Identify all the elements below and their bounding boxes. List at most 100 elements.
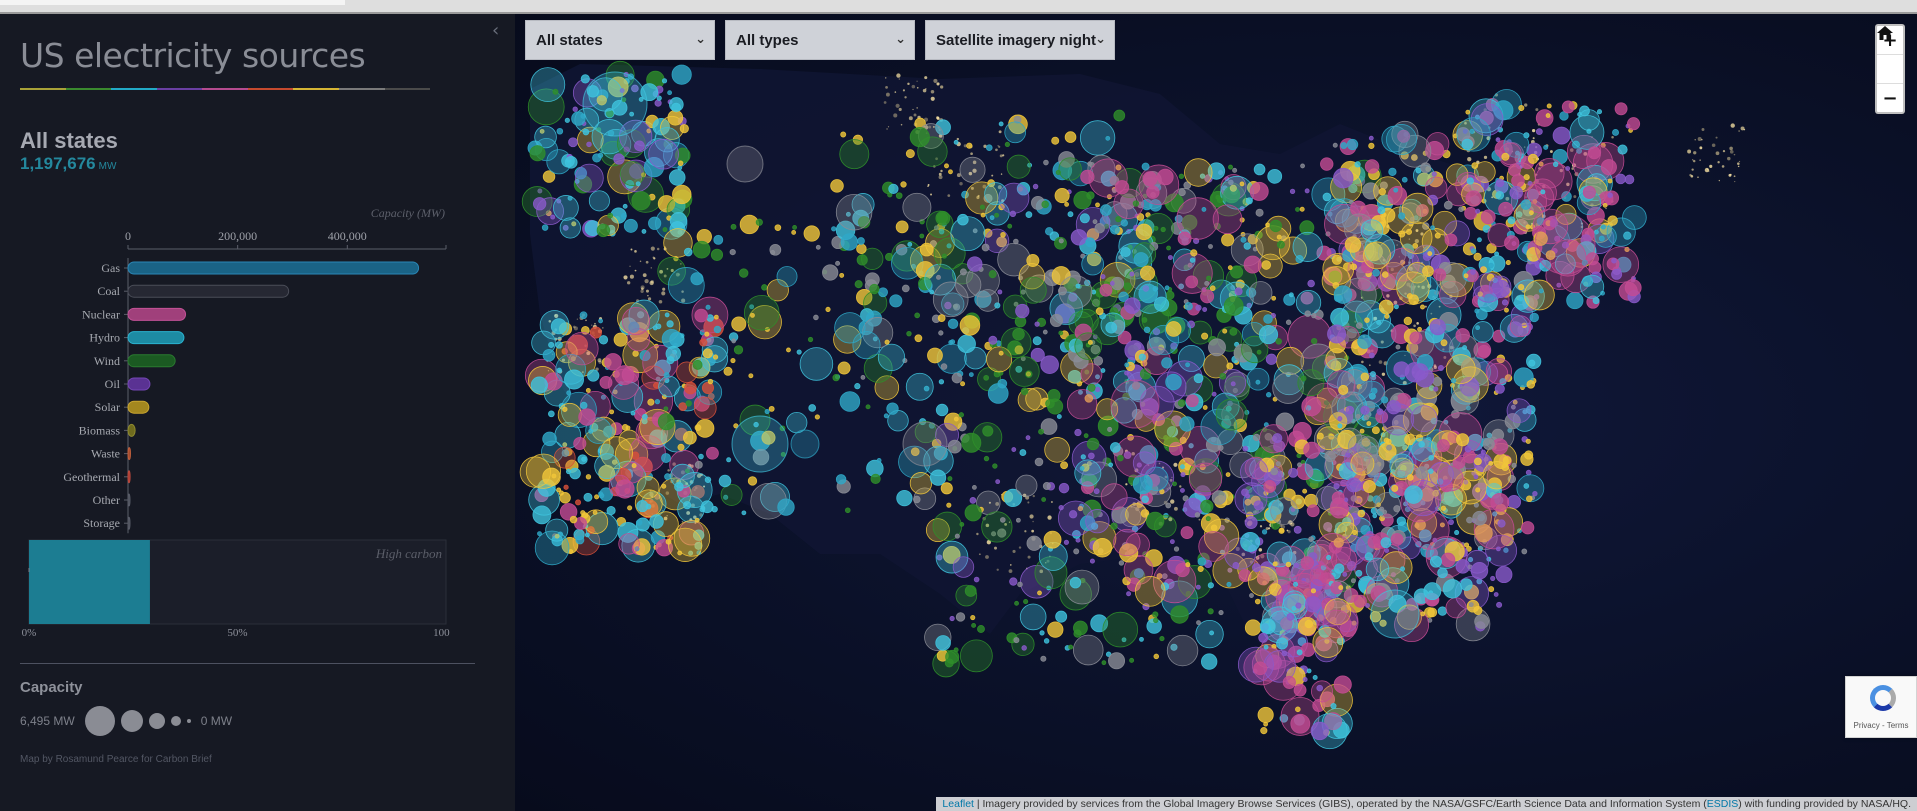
plant-bubble[interactable]: [1370, 387, 1378, 395]
plant-bubble[interactable]: [832, 374, 840, 382]
plant-bubble[interactable]: [1165, 290, 1175, 300]
plant-bubble[interactable]: [1000, 327, 1032, 359]
plant-bubble[interactable]: [1166, 634, 1199, 667]
plant-bubble[interactable]: [632, 350, 639, 357]
plant-bubble[interactable]: [1396, 516, 1406, 526]
plant-bubble[interactable]: [704, 331, 710, 337]
plant-bubble[interactable]: [1329, 499, 1349, 519]
plant-bubble[interactable]: [692, 240, 711, 259]
plant-bubble[interactable]: [1169, 539, 1175, 545]
plant-bubble[interactable]: [581, 512, 589, 519]
plant-bubble[interactable]: [1015, 517, 1021, 523]
plant-bubble[interactable]: [1276, 637, 1289, 650]
plant-bubble[interactable]: [1056, 414, 1062, 419]
bar-oil[interactable]: [127, 377, 151, 391]
plant-bubble[interactable]: [1289, 188, 1296, 195]
bar-storage[interactable]: [127, 516, 131, 530]
plant-bubble[interactable]: [1132, 451, 1157, 475]
plant-bubble[interactable]: [1306, 668, 1312, 674]
plant-bubble[interactable]: [1456, 433, 1470, 447]
plant-bubble[interactable]: [1079, 213, 1090, 224]
plant-bubble[interactable]: [1376, 408, 1384, 415]
plant-bubble[interactable]: [830, 179, 844, 193]
plant-bubble[interactable]: [1189, 257, 1196, 263]
plant-bubble[interactable]: [635, 519, 643, 526]
plant-bubble[interactable]: [1470, 269, 1476, 275]
plant-bubble[interactable]: [1380, 396, 1389, 404]
plant-bubble[interactable]: [1366, 421, 1372, 426]
plant-bubble[interactable]: [1247, 566, 1278, 597]
plant-bubble[interactable]: [1307, 279, 1315, 288]
plant-bubble[interactable]: [1165, 502, 1172, 509]
plant-bubble[interactable]: [988, 335, 998, 345]
plant-bubble[interactable]: [623, 218, 638, 233]
plant-bubble[interactable]: [953, 647, 959, 653]
plant-bubble[interactable]: [1370, 589, 1420, 639]
plant-bubble[interactable]: [1058, 482, 1070, 494]
plant-bubble[interactable]: [1365, 557, 1390, 582]
plant-bubble[interactable]: [1004, 121, 1027, 144]
plant-bubble[interactable]: [1364, 317, 1370, 323]
plant-bubble[interactable]: [1058, 275, 1093, 309]
plant-bubble[interactable]: [1138, 353, 1146, 361]
plant-bubble[interactable]: [1133, 252, 1149, 268]
plant-bubble[interactable]: [582, 128, 590, 136]
plant-bubble[interactable]: [1064, 569, 1100, 605]
plant-bubble[interactable]: [1334, 563, 1345, 574]
plant-bubble[interactable]: [1092, 219, 1098, 225]
plant-bubble[interactable]: [1086, 191, 1095, 200]
plant-bubble[interactable]: [1248, 281, 1273, 305]
plant-bubble[interactable]: [1081, 252, 1105, 276]
plant-bubble[interactable]: [761, 284, 768, 291]
plant-bubble[interactable]: [1535, 128, 1543, 136]
plant-bubble[interactable]: [1350, 578, 1356, 584]
plant-bubble[interactable]: [883, 413, 889, 419]
plant-bubble[interactable]: [1212, 204, 1243, 235]
plant-bubble[interactable]: [1418, 441, 1425, 448]
plant-bubble[interactable]: [679, 124, 689, 134]
plant-bubble[interactable]: [529, 145, 546, 162]
plant-bubble[interactable]: [1240, 236, 1247, 243]
bar-gas[interactable]: [127, 261, 420, 275]
plant-bubble[interactable]: [1330, 702, 1337, 710]
plant-bubble[interactable]: [1058, 330, 1064, 336]
plant-bubble[interactable]: [1044, 437, 1070, 463]
plant-bubble[interactable]: [1195, 304, 1202, 311]
plant-bubble[interactable]: [1073, 629, 1082, 638]
plant-bubble[interactable]: [586, 141, 592, 148]
plant-bubble[interactable]: [1393, 395, 1399, 401]
plant-bubble[interactable]: [1385, 438, 1392, 445]
plant-bubble[interactable]: [631, 191, 651, 211]
plant-bubble[interactable]: [1134, 576, 1166, 607]
plant-bubble[interactable]: [1302, 488, 1308, 494]
plant-bubble[interactable]: [1346, 477, 1362, 493]
plant-bubble[interactable]: [840, 233, 858, 251]
plant-bubble[interactable]: [1201, 332, 1209, 340]
plant-bubble[interactable]: [902, 421, 948, 467]
plant-bubble[interactable]: [1261, 529, 1268, 535]
plant-bubble[interactable]: [1615, 173, 1626, 185]
plant-bubble[interactable]: [1088, 158, 1128, 198]
plant-bubble[interactable]: [677, 160, 684, 167]
plant-bubble[interactable]: [1249, 593, 1254, 598]
plant-bubble[interactable]: [1208, 244, 1213, 249]
plant-bubble[interactable]: [1473, 474, 1479, 480]
plant-bubble[interactable]: [1293, 562, 1300, 569]
plant-bubble[interactable]: [1374, 492, 1401, 519]
plant-bubble[interactable]: [1538, 288, 1544, 294]
plant-bubble[interactable]: [720, 484, 743, 506]
plant-bubble[interactable]: [655, 323, 662, 330]
plant-bubble[interactable]: [1427, 607, 1438, 618]
plant-bubble[interactable]: [1166, 245, 1171, 251]
plant-bubble[interactable]: [1279, 527, 1285, 533]
plant-bubble[interactable]: [844, 507, 851, 514]
plant-bubble[interactable]: [1470, 248, 1477, 254]
plant-bubble[interactable]: [743, 294, 780, 331]
plant-bubble[interactable]: [574, 163, 604, 193]
plant-bubble[interactable]: [1041, 200, 1049, 209]
plant-bubble[interactable]: [856, 243, 867, 255]
plant-bubble[interactable]: [592, 153, 602, 163]
plant-bubble[interactable]: [1129, 271, 1135, 277]
plant-bubble[interactable]: [704, 476, 712, 483]
plant-bubble[interactable]: [1330, 307, 1350, 327]
